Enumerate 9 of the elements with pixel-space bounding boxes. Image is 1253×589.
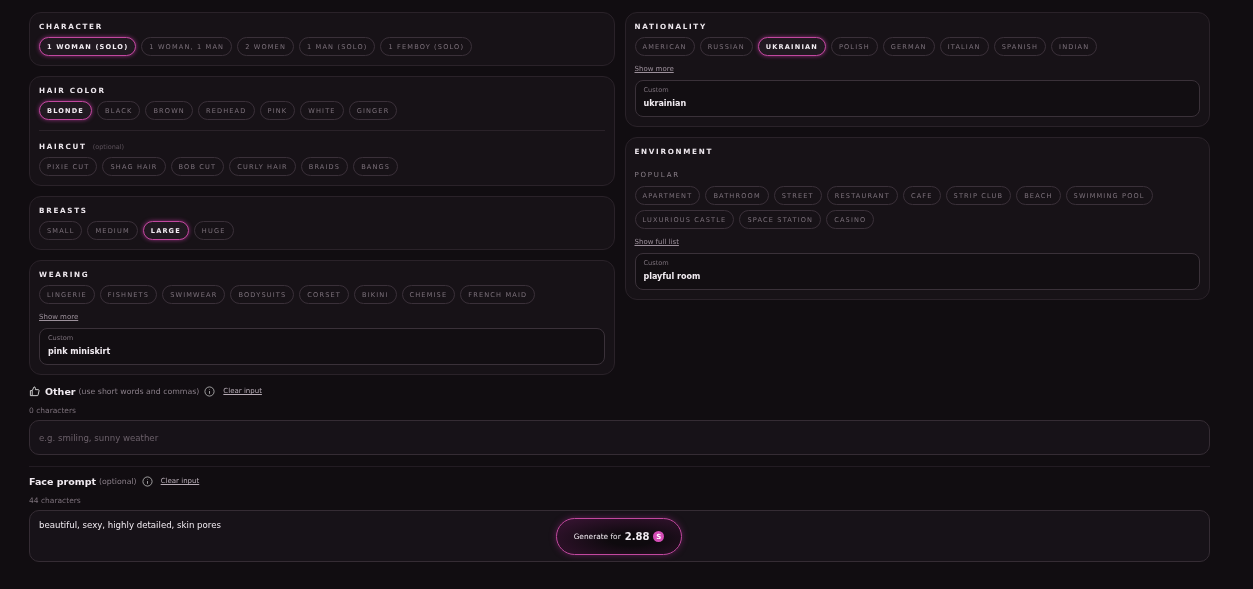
custom-input[interactable]: playful room <box>643 269 1191 283</box>
prompt-label: Other <box>45 385 76 397</box>
custom-input[interactable]: pink miniskirt <box>48 344 596 358</box>
info-icon[interactable] <box>204 385 216 397</box>
info-icon[interactable] <box>141 475 153 487</box>
other-input[interactable]: e.g. smiling, sunny weather <box>29 420 1210 455</box>
prompt-label: Face prompt <box>29 475 96 487</box>
custom-input[interactable]: ukrainian <box>643 96 1191 110</box>
thumbs-up-icon <box>29 385 40 397</box>
